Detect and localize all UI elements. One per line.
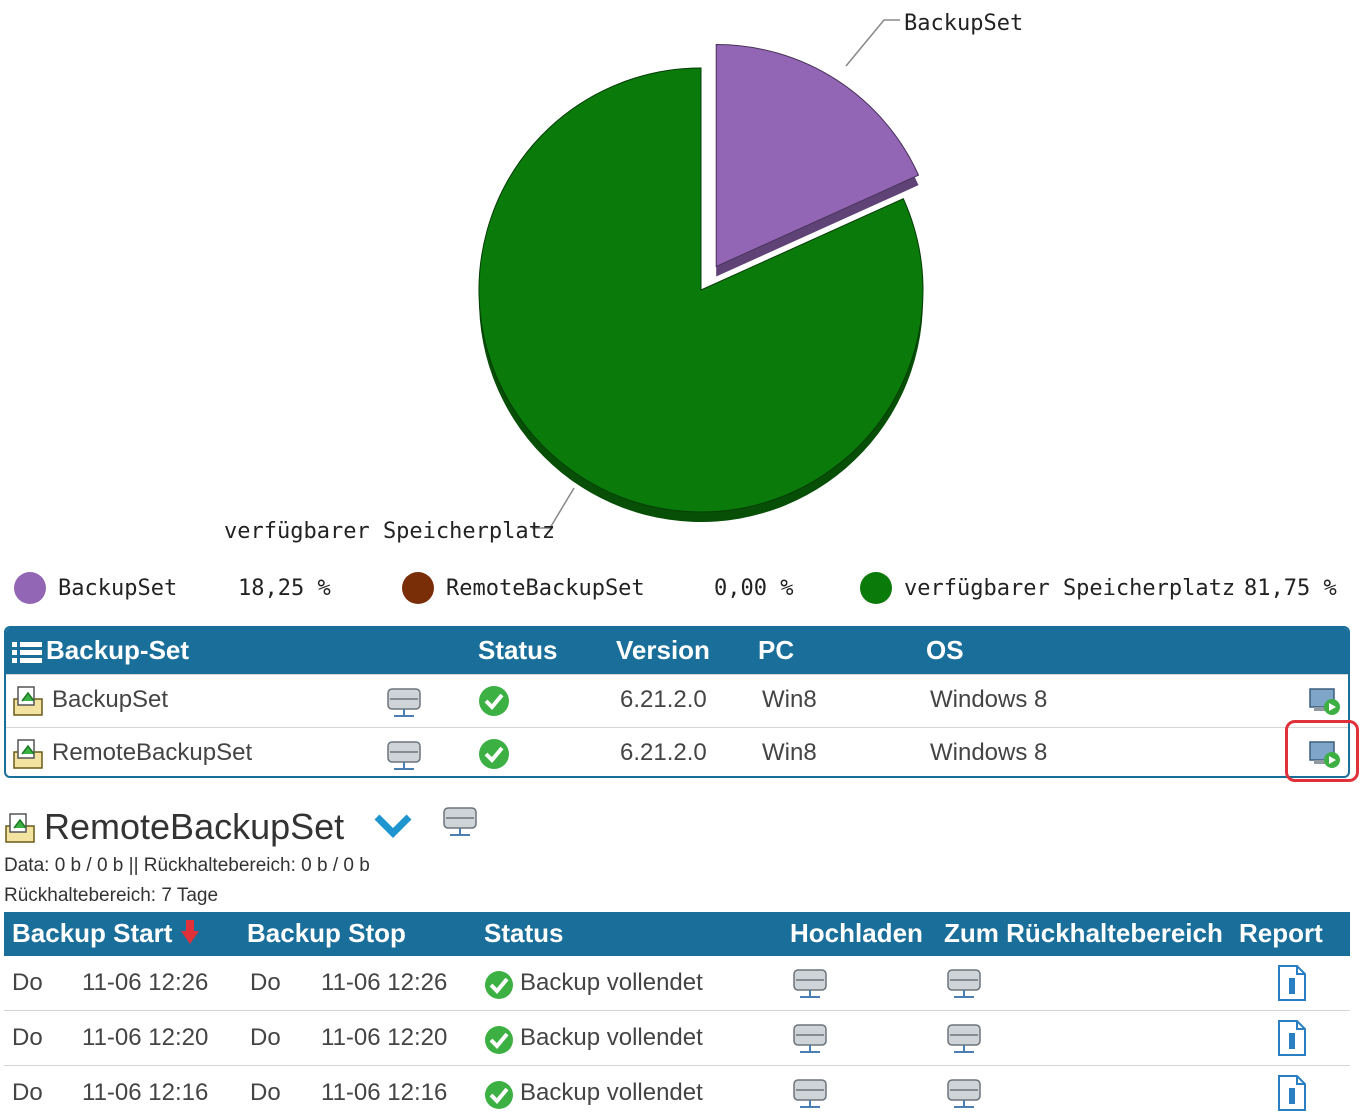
legend-item-remote: RemoteBackupSet [402,570,645,606]
column-header-os[interactable]: OS [926,635,964,666]
backup-set-table: Backup-Set Status Version PC OS BackupSe… [4,626,1350,778]
column-header-backup-stop[interactable]: Backup Stop [247,918,406,949]
data-usage-line: Data: 0 b / 0 b || Rückhaltebereich: 0 b… [4,855,370,876]
report-file-icon[interactable] [1276,964,1308,1002]
legend-label-free-space: verfügbarer Speicherplatz [904,575,1236,601]
start-time: 11-06 12:26 [82,969,209,996]
backup-set-row[interactable]: RemoteBackupSet 6.21.2.0 Win8 Windows 8 [6,727,1348,776]
legend-value-backupset: 18,25 % [238,576,331,601]
server-icon[interactable] [386,738,422,772]
backup-set-icon [13,739,43,769]
report-file-icon[interactable] [1276,1074,1308,1112]
status-text: Backup vollendet [520,969,703,996]
status-text: Backup vollendet [520,1079,703,1106]
column-header-pc[interactable]: PC [758,635,794,666]
upload-server-icon[interactable] [792,966,828,1002]
server-icon[interactable] [442,804,478,840]
retention-server-icon[interactable] [946,1076,982,1112]
legend-value-free-space: 81,75 % [1244,576,1337,601]
pie-chart: BackupSet verfügbarer Speicherplatz [224,11,1023,544]
start-time: 11-06 12:16 [82,1079,209,1106]
column-header-retention[interactable]: Zum Rückhaltebereich [944,918,1223,949]
legend-label-backupset: BackupSet [58,575,178,601]
stop-day: Do [250,1079,281,1106]
column-header-backup-start[interactable]: Backup Start [12,918,172,949]
status-text: Backup vollendet [520,1024,703,1051]
legend-item-free-space: verfügbarer Speicherplatz [860,570,1235,606]
start-day: Do [12,1024,43,1051]
backup-set-table-header: Backup-Set Status Version PC OS [6,628,1348,674]
status-check-icon [479,739,509,769]
stop-day: Do [250,1024,281,1051]
backup-set-pc: Win8 [762,739,817,766]
stop-day: Do [250,969,281,996]
status-check-icon [485,1026,513,1054]
column-header-report[interactable]: Report [1239,918,1323,949]
backup-history-table: Backup Start Backup Stop Status Hochlade… [4,912,1350,1120]
retention-line: Rückhaltebereich: 7 Tage [4,885,219,906]
retention-server-icon[interactable] [946,1021,982,1057]
legend-label-remote: RemoteBackupSet [446,575,645,601]
report-file-icon[interactable] [1276,1019,1308,1057]
backup-set-version: 6.21.2.0 [620,739,707,766]
legend-item-backupset: BackupSet [14,570,177,606]
backup-set-name[interactable]: BackupSet [52,686,168,714]
server-icon[interactable] [386,685,422,719]
column-header-status[interactable]: Status [484,918,563,949]
legend-dot-remote [402,572,434,604]
detail-title: RemoteBackupSet [44,806,345,847]
history-table-header: Backup Start Backup Stop Status Hochlade… [4,912,1350,956]
history-row[interactable]: Do 11-06 12:20 Do 11-06 12:20 Backup vol… [4,1011,1350,1066]
restore-icon[interactable] [1308,685,1342,717]
legend-dot-free-space [860,572,892,604]
stop-time: 11-06 12:26 [321,969,448,996]
backup-set-name[interactable]: RemoteBackupSet [52,739,252,767]
start-day: Do [12,969,43,996]
stop-time: 11-06 12:16 [321,1079,448,1106]
legend-value-remote: 0,00 % [714,576,794,601]
backup-set-pc: Win8 [762,686,817,713]
upload-server-icon[interactable] [792,1021,828,1057]
backup-set-icon [5,813,35,843]
legend-dot-backupset [14,572,46,604]
history-row[interactable]: Do 11-06 12:26 Do 11-06 12:26 Backup vol… [4,956,1350,1011]
list-icon [12,642,42,663]
chevron-down-icon[interactable] [374,812,412,838]
status-check-icon [485,971,513,999]
backup-set-os: Windows 8 [930,686,1048,713]
backup-set-row[interactable]: BackupSet 6.21.2.0 Win8 Windows 8 [6,674,1348,727]
start-day: Do [12,1079,43,1106]
start-time: 11-06 12:20 [82,1024,209,1051]
column-header-version[interactable]: Version [616,635,710,666]
column-header-upload[interactable]: Hochladen [790,918,923,949]
sort-down-arrow-icon[interactable] [180,918,200,946]
status-check-icon [479,686,509,716]
retention-server-icon[interactable] [946,966,982,1002]
upload-server-icon[interactable] [792,1076,828,1112]
column-header-backup-set[interactable]: Backup-Set [46,635,189,666]
backup-set-os: Windows 8 [930,739,1048,766]
pie-label-free-space: verfügbarer Speicherplatz [224,519,555,544]
pie-label-backupset: BackupSet [904,11,1023,36]
history-row[interactable]: Do 11-06 12:16 Do 11-06 12:16 Backup vol… [4,1066,1350,1120]
backup-set-icon [13,686,43,716]
highlight-box [1285,720,1359,782]
backup-set-version: 6.21.2.0 [620,686,707,713]
backupset-leader-line [845,19,900,67]
column-header-status[interactable]: Status [478,635,557,666]
stop-time: 11-06 12:20 [321,1024,448,1051]
